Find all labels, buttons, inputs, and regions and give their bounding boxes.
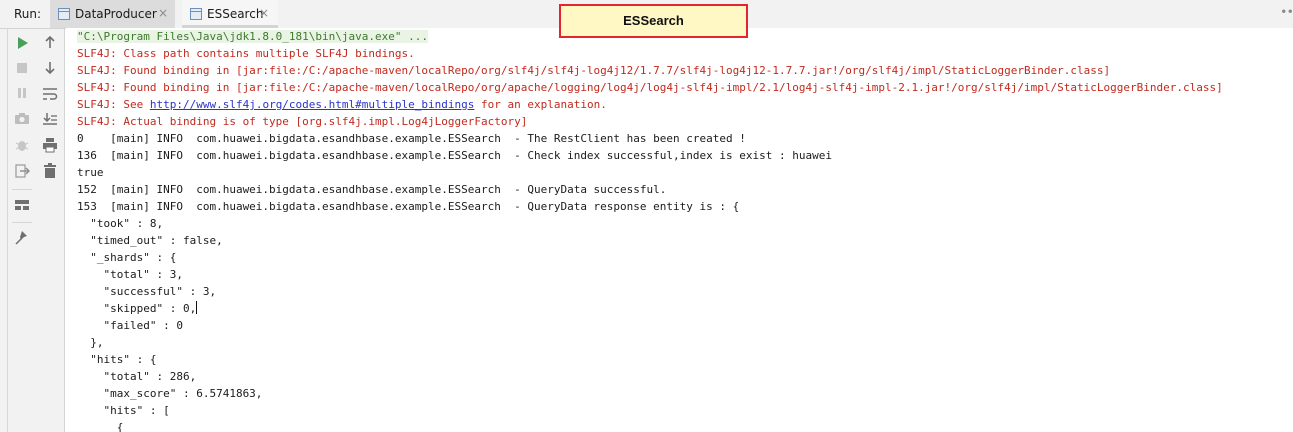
console-line-json: {: [77, 421, 124, 432]
json-text: "skipped" : 0,: [77, 302, 197, 315]
down-arrow-icon[interactable]: [41, 59, 59, 77]
console-line-json: "timed_out" : false,: [77, 234, 223, 247]
console-line-slf4j-see: SLF4J: See http://www.slf4j.org/codes.ht…: [77, 96, 1223, 113]
console-line-json: "took" : 8,: [77, 217, 164, 230]
up-arrow-icon[interactable]: [41, 33, 59, 51]
slf4j-docs-link[interactable]: http://www.slf4j.org/codes.html#multiple…: [150, 98, 475, 111]
camera-icon[interactable]: [13, 110, 31, 128]
scroll-to-end-icon[interactable]: [41, 110, 59, 128]
more-options-icon[interactable]: ∙∙∙: [1280, 4, 1293, 18]
pause-icon[interactable]: [13, 84, 31, 102]
console-line-json: "hits" : {: [77, 353, 157, 366]
see-suffix: for an explanation.: [474, 98, 607, 111]
console-line-json: "failed" : 0: [77, 319, 183, 332]
console-line-log: 153 [main] INFO com.huawei.bigdata.esand…: [77, 200, 740, 213]
console-line-json: "successful" : 3,: [77, 285, 217, 298]
close-icon[interactable]: ×: [158, 6, 168, 20]
run-config-icon: [58, 8, 70, 20]
layout-icon[interactable]: [13, 196, 31, 214]
command-text: "C:\Program Files\Java\jdk1.8.0_181\bin\…: [77, 30, 428, 43]
console-line-json: },: [77, 336, 104, 349]
see-prefix: SLF4J: See: [77, 98, 150, 111]
toolbar-separator: [12, 189, 32, 190]
tab-label: ESSearch: [207, 7, 264, 21]
console-line-log: 0 [main] INFO com.huawei.bigdata.esandhb…: [77, 132, 746, 145]
side-tool-strip: [0, 29, 8, 432]
console-line-json: "total" : 3,: [77, 268, 183, 281]
pin-icon[interactable]: [13, 229, 31, 247]
debug-bug-icon[interactable]: [13, 136, 31, 154]
print-icon[interactable]: [41, 136, 59, 154]
close-icon[interactable]: ×: [259, 6, 269, 20]
console-line-json: "max_score" : 6.5741863,: [77, 387, 263, 400]
console-line-slf4j: SLF4J: Actual binding is of type [org.sl…: [77, 115, 528, 128]
floating-title-label: ESSearch: [559, 4, 748, 38]
console-line-json-cursor: "skipped" : 0,: [77, 300, 1223, 317]
text-cursor: [196, 301, 198, 314]
console-line-json: "hits" : [: [77, 404, 170, 417]
exit-icon[interactable]: [13, 162, 31, 180]
console-line-log: 152 [main] INFO com.huawei.bigdata.esand…: [77, 183, 667, 196]
stop-icon[interactable]: [13, 59, 31, 77]
console-line-slf4j: SLF4J: Class path contains multiple SLF4…: [77, 47, 415, 60]
toolbar-separator: [12, 222, 32, 223]
run-icon[interactable]: [13, 34, 31, 52]
console-line-slf4j: SLF4J: Found binding in [jar:file:/C:/ap…: [77, 81, 1223, 94]
run-toolbar-left: [8, 29, 36, 432]
console-line-json: "total" : 286,: [77, 370, 197, 383]
console-line-json: "_shards" : {: [77, 251, 177, 264]
trash-icon[interactable]: [41, 162, 59, 180]
run-config-icon: [190, 8, 202, 20]
console-line-log: true: [77, 166, 104, 179]
console-line-log: 136 [main] INFO com.huawei.bigdata.esand…: [77, 149, 832, 162]
tab-essearch[interactable]: ESSearch ×: [182, 0, 278, 28]
run-toolbar-right: [36, 29, 65, 432]
run-label: Run:: [14, 7, 42, 21]
soft-wrap-icon[interactable]: [41, 85, 59, 103]
console-line-slf4j: SLF4J: Found binding in [jar:file:/C:/ap…: [77, 64, 1111, 77]
tab-dataproducer[interactable]: DataProducer ×: [50, 0, 175, 28]
tab-label: DataProducer: [75, 7, 157, 21]
console-output[interactable]: "C:\Program Files\Java\jdk1.8.0_181\bin\…: [66, 28, 1293, 432]
